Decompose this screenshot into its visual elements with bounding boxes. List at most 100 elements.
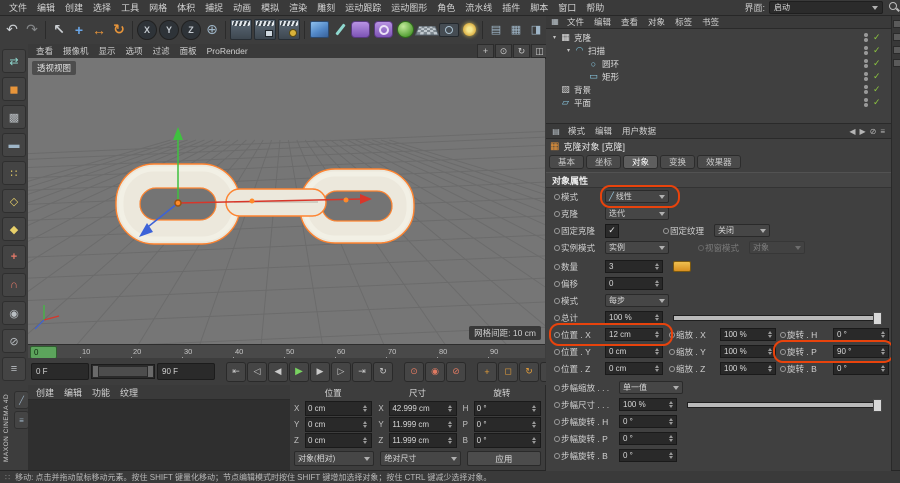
coords-input[interactable]: 0 ° (473, 400, 541, 416)
key-circle-icon[interactable] (667, 366, 676, 372)
key-circle-icon[interactable] (552, 264, 561, 270)
coords-input[interactable]: 0 cm (305, 400, 373, 416)
record-keyframe-button[interactable]: ⊙ (404, 361, 424, 382)
key-circle-icon[interactable] (552, 436, 561, 442)
menu-item[interactable]: 工具 (116, 1, 144, 14)
current-frame-input[interactable]: 0 F (31, 363, 89, 380)
rotation-h-input[interactable]: 0 ° (833, 328, 889, 341)
spinner-icon[interactable] (361, 419, 369, 430)
key-circle-icon[interactable] (552, 366, 561, 372)
menu-item[interactable]: 角色 (432, 1, 460, 14)
menu-item[interactable]: 编辑 (32, 1, 60, 14)
key-circle-icon[interactable] (552, 315, 561, 321)
menu-item[interactable]: 网格 (144, 1, 172, 14)
step-mode-dropdown[interactable]: 每步 (605, 294, 669, 307)
step-size-input[interactable]: 100 % (619, 398, 677, 411)
coords-input[interactable]: 0 cm (305, 416, 373, 432)
toolbar-separator[interactable] (304, 20, 305, 39)
object-label[interactable]: 圆环 (602, 58, 619, 70)
display-layout-button[interactable]: ▤ (486, 19, 506, 41)
visibility-toggles[interactable] (864, 46, 868, 55)
attribute-menu-item[interactable]: 模式 (563, 125, 590, 137)
filter-list-button[interactable]: ≡ (2, 357, 26, 381)
enable-toggle[interactable]: ✓ (873, 45, 887, 56)
om-menu-item[interactable]: 对象 (643, 16, 670, 28)
visibility-toggles[interactable] (864, 33, 868, 42)
menu-item[interactable]: 脚本 (525, 1, 553, 14)
pan-view-button[interactable]: + (477, 44, 494, 58)
record-scale-toggle[interactable]: ◻ (498, 361, 518, 382)
attributes-menu-button[interactable]: ≡ (880, 127, 885, 136)
key-circle-icon[interactable] (552, 332, 561, 338)
subdivision-surface-menu[interactable] (351, 21, 370, 38)
edges-mode-button[interactable]: ◇ (2, 189, 26, 213)
step-scale-dropdown[interactable]: 单一值 (619, 381, 683, 394)
record-position-toggle[interactable]: + (477, 361, 497, 382)
zoom-view-button[interactable]: ⊙ (495, 44, 512, 58)
rotate-tool[interactable]: ↻ (109, 19, 129, 41)
goto-start-button[interactable]: ⇤ (226, 361, 246, 382)
fixed-texture-dropdown[interactable]: 关闭 (714, 224, 770, 237)
spinner-icon[interactable] (530, 419, 538, 430)
key-circle-icon[interactable] (552, 453, 561, 459)
scale-z-input[interactable]: 100 % (720, 362, 776, 375)
z-axis-lock-button[interactable]: Z (181, 19, 201, 40)
key-circle-icon[interactable] (552, 281, 561, 287)
object-label[interactable]: 矩形 (602, 71, 619, 83)
om-menu-item[interactable]: 标签 (670, 16, 697, 28)
split-view-button[interactable]: ◨ (526, 19, 546, 41)
spinner-icon[interactable] (361, 435, 369, 446)
timeline-scroller[interactable] (91, 364, 155, 379)
om-menu-item[interactable]: 文件 (562, 16, 589, 28)
perspective-viewport[interactable]: 透视视图 网格间距: 10 cm (28, 58, 545, 344)
position-x-input[interactable]: 12 cm (605, 328, 663, 341)
viewport-menu-item[interactable]: 过滤 (148, 45, 175, 57)
om-menu-item[interactable]: 查看 (616, 16, 643, 28)
rotate-view-button[interactable]: ↻ (513, 44, 530, 58)
y-axis-lock-button[interactable]: Y (159, 19, 179, 40)
lock-button[interactable]: ⊘ (2, 329, 26, 353)
clone-dropdown[interactable]: 迭代 (605, 207, 669, 220)
total-input[interactable]: 100 % (605, 311, 663, 324)
viewport-menu-item[interactable]: ProRender (202, 46, 253, 56)
效果器[interactable]: 效果器 (697, 155, 741, 169)
scale-tool[interactable]: ↔ (89, 19, 109, 41)
menu-item[interactable]: 运动跟踪 (340, 1, 386, 14)
enable-toggle[interactable]: ✓ (873, 97, 887, 108)
om-menu-item[interactable]: 编辑 (589, 16, 616, 28)
visibility-toggles[interactable] (864, 98, 868, 107)
snap-toggle-button[interactable]: ∩ (2, 273, 26, 297)
enable-toggle[interactable]: ✓ (873, 71, 887, 82)
toolbar-separator[interactable] (45, 20, 46, 39)
dock-tab-icon[interactable] (892, 33, 900, 41)
history-forward-button[interactable]: ▶ (859, 127, 865, 136)
coords-input[interactable]: 0 cm (305, 432, 373, 448)
redo-button[interactable]: ↷ (22, 19, 42, 41)
lock-attributes-button[interactable]: ⊘ (870, 127, 877, 136)
coords-input[interactable]: 11.999 cm (389, 416, 457, 432)
prev-key-button[interactable]: ◁ (247, 361, 267, 382)
count-slider[interactable] (673, 261, 691, 272)
dock-tab-icon[interactable] (892, 46, 900, 54)
viewport-menu-item[interactable]: 面板 (175, 45, 202, 57)
volume-menu[interactable] (397, 21, 414, 38)
texture-mode-button[interactable]: ▩ (2, 105, 26, 129)
render-picture-viewer-button[interactable] (254, 19, 276, 40)
toolbar-separator[interactable] (482, 20, 483, 39)
primitive-cube-menu[interactable] (310, 21, 329, 38)
object-label[interactable]: 平面 (574, 97, 591, 109)
变换[interactable]: 变换 (660, 155, 696, 169)
mode-dropdown[interactable]: ╱ 线性 (605, 190, 669, 203)
viewport-menu-item[interactable]: 摄像机 (58, 45, 94, 57)
play-button[interactable]: ▶ (289, 361, 309, 382)
step-rotation-p-input[interactable]: 0 ° (619, 432, 677, 445)
spinner-icon[interactable] (446, 403, 454, 414)
object-row[interactable]: ▭ 矩形 ✓ (546, 70, 891, 83)
attribute-menu-item[interactable]: 编辑 (590, 125, 617, 137)
instance-mode-dropdown[interactable]: 实例 (605, 241, 669, 254)
workplane-mode-button[interactable]: ▬ (2, 133, 26, 157)
key-circle-icon[interactable] (667, 332, 676, 338)
step-rotation-h-input[interactable]: 0 ° (619, 415, 677, 428)
attribute-menu-item[interactable]: 用户数据 (617, 125, 661, 137)
rotation-b-input[interactable]: 0 ° (833, 362, 889, 375)
